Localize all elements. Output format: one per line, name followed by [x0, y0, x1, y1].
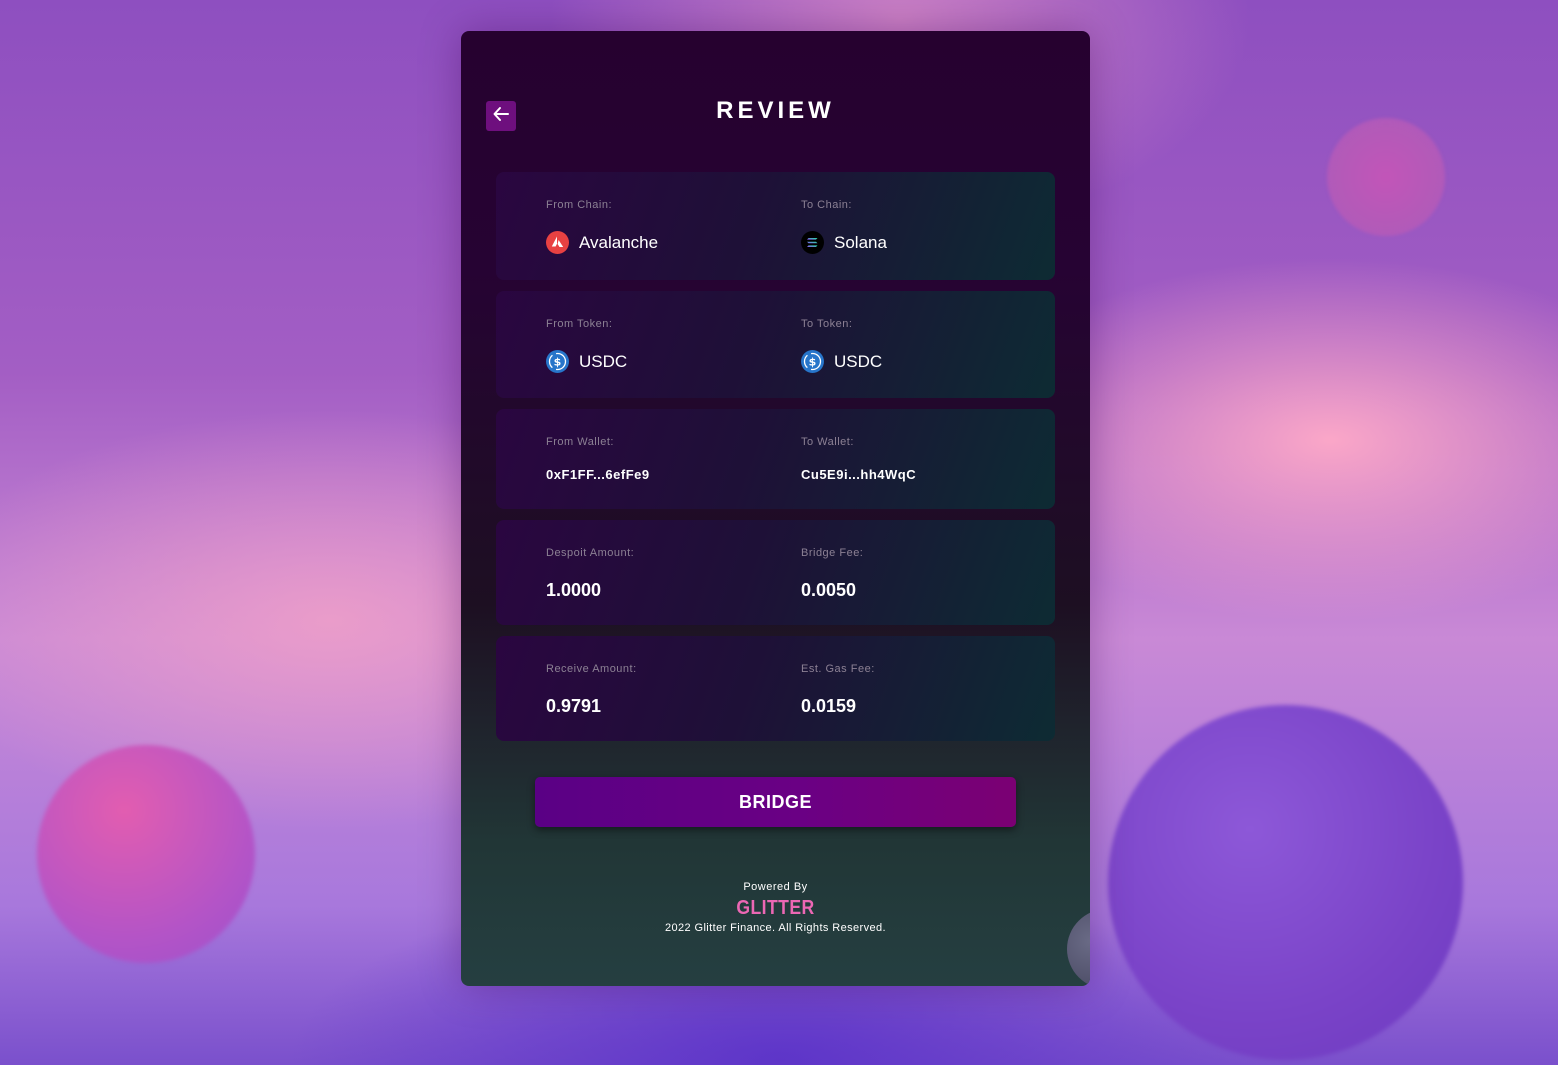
from-wallet-label: From Wallet:	[546, 436, 614, 448]
bridge-fee-value: 0.0050	[801, 580, 857, 600]
from-chain-value: Avalanche	[579, 232, 659, 252]
deposit-card: Despoit Amount: 1.0000 Bridge Fee: 0.005…	[496, 520, 1055, 625]
to-token-value: USDC	[834, 351, 883, 371]
to-chain-value: Solana	[834, 232, 887, 252]
avalanche-icon	[546, 231, 569, 254]
deposit-amount-label: Despoit Amount:	[546, 547, 635, 559]
bridge-button[interactable]: BRIDGE	[535, 777, 1016, 827]
usdc-icon: $	[546, 350, 569, 373]
to-chain-label: To Chain:	[801, 199, 852, 211]
copyright-text: 2022 Glitter Finance. All Rights Reserve…	[664, 922, 886, 934]
receive-amount-label: Receive Amount:	[546, 663, 637, 675]
from-wallet-value: 0xF1FF...6efFe9	[546, 467, 650, 482]
from-chain-label: From Chain:	[546, 199, 613, 211]
svg-text:$: $	[809, 355, 817, 368]
to-wallet-value: Cu5E9i...hh4WqC	[801, 467, 917, 482]
deposit-amount-value: 1.0000	[546, 580, 602, 600]
token-card: From Token: $ USDC To Token: $ USDC	[496, 291, 1055, 398]
to-wallet-label: To Wallet:	[801, 436, 854, 448]
chain-card: From Chain: Avalanche To Chain: Solana	[496, 172, 1055, 280]
page-title: REVIEW	[716, 97, 835, 124]
to-token-label: To Token:	[801, 318, 853, 330]
receive-card: Receive Amount: 0.9791 Est. Gas Fee: 0.0…	[496, 636, 1055, 741]
review-panel: REVIEW From Chain: Avalanche To Chain: S…	[461, 31, 1090, 986]
gas-fee-label: Est. Gas Fee:	[801, 663, 875, 675]
wallet-card: From Wallet: 0xF1FF...6efFe9 To Wallet: …	[496, 409, 1055, 509]
footer: Powered By GLITTER 2022 Glitter Finance.…	[461, 881, 1090, 934]
glitter-logo: GLITTER	[736, 897, 815, 919]
solana-icon	[801, 231, 824, 254]
background-orb	[1327, 118, 1445, 236]
receive-amount-value: 0.9791	[546, 696, 602, 716]
background-orb	[37, 745, 255, 963]
background-orb	[1108, 705, 1463, 1060]
svg-text:$: $	[554, 355, 562, 368]
from-token-label: From Token:	[546, 318, 613, 330]
usdc-icon: $	[801, 350, 824, 373]
powered-by-text: Powered By	[743, 881, 808, 893]
bridge-fee-label: Bridge Fee:	[801, 547, 864, 559]
gas-fee-value: 0.0159	[801, 696, 857, 716]
from-token-value: USDC	[579, 351, 628, 371]
